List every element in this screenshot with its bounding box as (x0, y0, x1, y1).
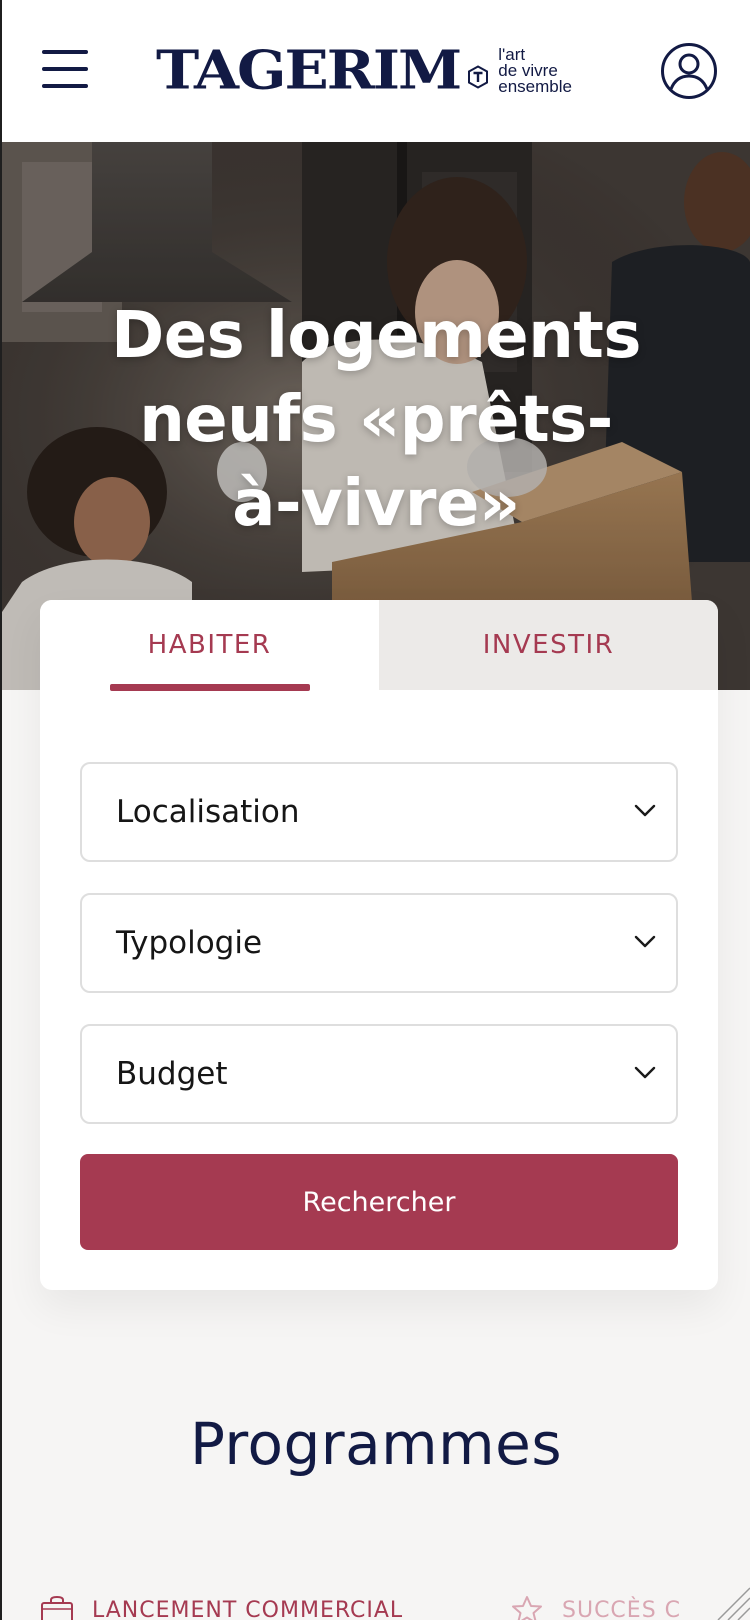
programmes-title: Programmes (189, 1410, 563, 1478)
chevron-down-icon (634, 804, 656, 817)
hero-title-line: à-vivre» (232, 467, 520, 541)
search-button[interactable]: Rechercher (80, 1154, 678, 1250)
budget-select-label: Budget (116, 1056, 228, 1092)
programmes-tab-label: SUCCÈS C (562, 1597, 682, 1620)
hero-title-line: neufs «prêts- (139, 383, 613, 457)
active-tab-indicator (110, 684, 310, 691)
typologie-select-label: Typologie (116, 925, 263, 961)
hamburger-menu-icon[interactable] (42, 50, 88, 90)
site-header: TAGERIM l'art de vivre ensemble (2, 0, 750, 142)
tab-habiter[interactable]: HABITER (40, 600, 379, 691)
hero-title: Des logements neufs «prêts- à-vivre» (2, 294, 750, 546)
logo-wordmark: TAGERIM (156, 38, 462, 102)
search-card: HABITER INVESTIR Localisation Typologie … (40, 600, 718, 1290)
typologie-select[interactable]: Typologie (80, 893, 678, 993)
chevron-down-icon (634, 1066, 656, 1079)
search-tabs: HABITER INVESTIR (40, 600, 718, 691)
hero-title-line: Des logements (111, 299, 641, 373)
resize-grip-icon (717, 1587, 750, 1620)
localisation-select-label: Localisation (116, 794, 300, 830)
logo-tagline-line: ensemble (498, 77, 572, 96)
chevron-down-icon (634, 935, 656, 948)
brand-logo[interactable]: TAGERIM l'art de vivre ensemble (156, 40, 572, 100)
user-account-icon[interactable] (660, 42, 718, 100)
budget-select[interactable]: Budget (80, 1024, 678, 1124)
logo-emblem-icon (468, 65, 489, 89)
tab-habiter-label: HABITER (147, 630, 272, 660)
programmes-tab-label: LANCEMENT COMMERCIAL (92, 1597, 404, 1620)
star-icon (512, 1596, 542, 1620)
programmes-tab-lancement[interactable]: LANCEMENT COMMERCIAL (40, 1590, 403, 1620)
localisation-select[interactable]: Localisation (80, 762, 678, 862)
logo-tagline: l'art de vivre ensemble (498, 46, 572, 96)
tab-investir-label: INVESTIR (482, 630, 615, 660)
tab-investir[interactable]: INVESTIR (379, 600, 718, 690)
programmes-tab-succes[interactable]: SUCCÈS C (510, 1590, 681, 1620)
shopping-bag-icon (41, 1595, 73, 1620)
